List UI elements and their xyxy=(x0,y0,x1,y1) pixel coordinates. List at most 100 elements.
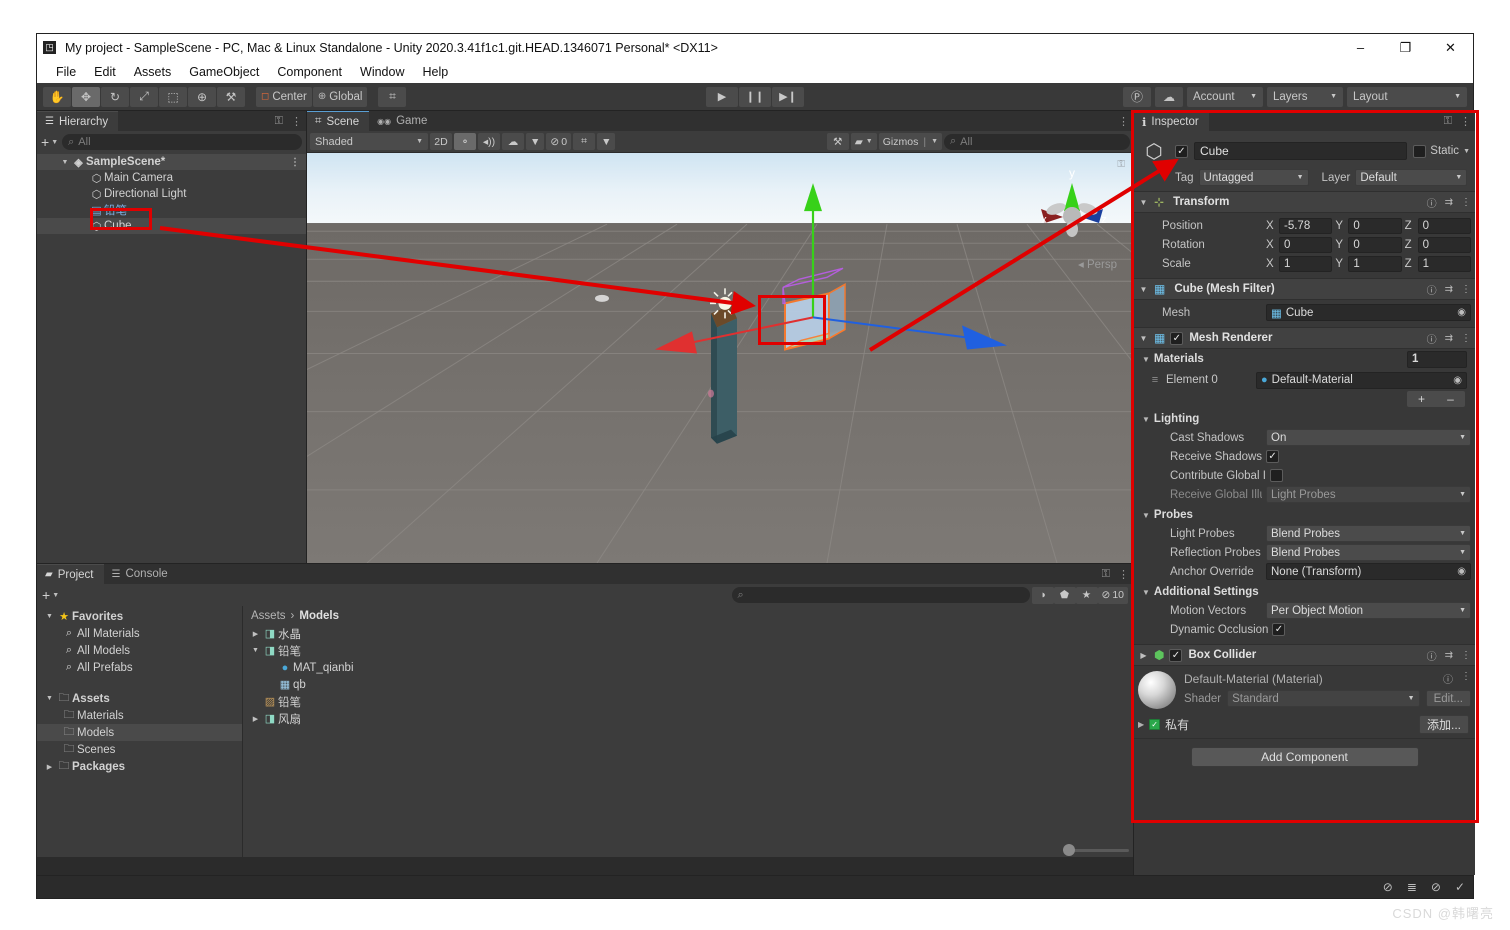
help-icon[interactable]: ⓘ xyxy=(1427,331,1437,346)
collab-icon[interactable]: Ⓟ xyxy=(1123,86,1151,107)
asset-row-fengshan[interactable]: ▶ ◨ 风扇 xyxy=(243,710,1133,727)
expander-icon[interactable]: ▼ xyxy=(1142,415,1150,424)
component-menu-icon[interactable]: ⋮ xyxy=(1461,650,1471,661)
gizmos-button[interactable]: Gizmos | ▼ xyxy=(878,133,942,150)
tab-project[interactable]: ▰ Project xyxy=(37,564,104,584)
project-tree-scenes[interactable]: 🗀 Scenes xyxy=(37,741,242,758)
tag-dropdown[interactable]: Untagged ▼ xyxy=(1198,169,1309,186)
filter-by-label-icon[interactable]: ⬟ xyxy=(1053,586,1076,604)
object-picker-icon[interactable]: ◉ xyxy=(1457,566,1466,577)
scene-lighting-icon[interactable]: ⚬ xyxy=(454,133,476,150)
project-tree-all-materials[interactable]: ⌕ All Materials xyxy=(37,625,242,642)
panel-menu-icon[interactable]: ⋮ xyxy=(1460,115,1471,128)
expander-icon[interactable]: ▼ xyxy=(43,613,56,620)
scene-grid-dropdown[interactable]: ▼ xyxy=(597,133,616,150)
toggle-2d-button[interactable]: 2D xyxy=(430,133,452,150)
chevron-down-icon[interactable]: ▼ xyxy=(1463,148,1470,155)
rotate-tool-icon[interactable]: ↻ xyxy=(101,86,129,107)
asset-row-qianbi-texture[interactable]: ▨ 铅笔 xyxy=(243,693,1133,710)
scene-search-input[interactable]: ⌕ All xyxy=(944,133,1130,150)
motion-vectors-dropdown[interactable]: Per Object Motion ▼ xyxy=(1266,602,1471,619)
probes-section-header[interactable]: ▼ Probes xyxy=(1138,506,1471,524)
expander-icon[interactable]: ▶ xyxy=(43,763,56,771)
help-icon[interactable]: ⓘ xyxy=(1427,282,1437,297)
static-checkbox[interactable]: ✓ xyxy=(1413,144,1427,158)
asset-row-mat-qianbi[interactable]: ● MAT_qianbi xyxy=(243,659,1133,676)
layout-dropdown[interactable]: Layout ▼ xyxy=(1347,86,1467,107)
breadcrumb-models[interactable]: Models xyxy=(299,610,339,622)
position-y-input[interactable]: 0 xyxy=(1348,217,1402,234)
shader-edit-button[interactable]: Edit... xyxy=(1425,690,1471,707)
expander-icon[interactable]: ▶ xyxy=(249,630,262,638)
drag-handle-icon[interactable]: ≡ xyxy=(1148,374,1162,386)
material-add-button[interactable]: 添加... xyxy=(1418,715,1469,734)
expander-icon[interactable]: ▶ xyxy=(249,715,262,723)
account-dropdown[interactable]: Account ▼ xyxy=(1187,86,1263,107)
scene-orientation-gizmo[interactable]: y x z xyxy=(1023,161,1121,257)
lock-icon[interactable]: ⚿ xyxy=(1444,115,1452,128)
position-x-input[interactable]: -5.78 xyxy=(1279,217,1333,234)
hierarchy-item-samplescene[interactable]: ▼ ◈ SampleScene* ⋮ xyxy=(37,154,306,170)
menu-help[interactable]: Help xyxy=(413,61,457,83)
project-tree-all-models[interactable]: ⌕ All Models xyxy=(37,642,242,659)
scene-grid-toggle-icon[interactable]: ⌗ xyxy=(573,133,596,150)
project-hidden-count[interactable]: ⊘ 10 xyxy=(1097,586,1128,604)
scale-y-input[interactable]: 1 xyxy=(1348,255,1402,272)
expander-icon[interactable]: ▼ xyxy=(1138,285,1149,294)
project-tree-favorites[interactable]: ▼ ★ Favorites xyxy=(37,608,242,625)
cloud-icon[interactable]: ☁ xyxy=(1155,86,1183,107)
additional-settings-header[interactable]: ▼ Additional Settings xyxy=(1138,583,1471,601)
cast-shadows-dropdown[interactable]: On ▼ xyxy=(1266,429,1471,446)
close-button[interactable]: ✕ xyxy=(1428,34,1473,61)
hierarchy-item-qianbi[interactable]: ▤ 铅笔 xyxy=(37,202,306,218)
mesh-object-field[interactable]: ▦ Cube ◉ xyxy=(1266,304,1471,321)
project-tree-models[interactable]: 🗀 Models xyxy=(37,724,242,741)
component-header-transform[interactable]: ▼ ⊹ Transform ⓘ ⇉ ⋮ xyxy=(1134,191,1475,213)
create-asset-button[interactable]: + ▼ xyxy=(42,587,59,603)
gameobject-icon[interactable]: ⬡ xyxy=(1139,137,1170,168)
scene-fx-dropdown[interactable]: ▼ xyxy=(526,133,545,150)
menu-component[interactable]: Component xyxy=(268,61,351,83)
receive-shadows-checkbox[interactable]: ✓ xyxy=(1266,450,1280,463)
menu-assets[interactable]: Assets xyxy=(125,61,181,83)
lighting-section-header[interactable]: ▼ Lighting xyxy=(1138,410,1471,428)
component-header-mesh-renderer[interactable]: ▼ ▦ ✓ Mesh Renderer ⓘ ⇉ ⋮ xyxy=(1134,327,1475,349)
dynamic-occlusion-checkbox[interactable]: ✓ xyxy=(1272,623,1286,636)
position-z-input[interactable]: 0 xyxy=(1417,217,1471,234)
help-icon[interactable]: ⓘ xyxy=(1427,195,1437,210)
perspective-label[interactable]: ◂ Persp xyxy=(1078,257,1117,271)
expander-icon[interactable]: ▼ xyxy=(1142,355,1150,364)
component-menu-icon[interactable]: ⋮ xyxy=(1461,333,1471,344)
custom-tool-icon[interactable]: ⚒ xyxy=(217,86,245,107)
rect-tool-icon[interactable]: ⬚ xyxy=(159,86,187,107)
scale-z-input[interactable]: 1 xyxy=(1417,255,1471,272)
anchor-override-field[interactable]: None (Transform) ◉ xyxy=(1266,563,1471,580)
check-circle-icon[interactable]: ✓ xyxy=(1455,880,1465,894)
expander-icon[interactable]: ▼ xyxy=(249,647,262,654)
scene-viewport[interactable]: y x z ◂ Persp ⚿ xyxy=(307,153,1133,563)
scene-camera-icon[interactable]: ▰ ▼ xyxy=(850,133,877,150)
scale-x-input[interactable]: 1 xyxy=(1279,255,1333,272)
mesh-renderer-enabled-checkbox[interactable]: ✓ xyxy=(1170,331,1184,345)
remove-material-button[interactable]: – xyxy=(1436,391,1465,407)
project-tree-packages[interactable]: ▶ 🗀 Packages xyxy=(37,758,242,775)
hierarchy-item-cube[interactable]: ⬡ Cube xyxy=(37,218,306,234)
expander-icon[interactable]: ▼ xyxy=(1138,334,1149,343)
add-material-button[interactable]: + xyxy=(1407,391,1436,407)
mute-audio-icon[interactable]: ⊘ xyxy=(1383,880,1393,894)
layers-dropdown[interactable]: Layers ▼ xyxy=(1267,86,1343,107)
reflection-probes-dropdown[interactable]: Blend Probes ▼ xyxy=(1266,544,1471,561)
scene-audio-icon[interactable]: ◂)) xyxy=(478,133,500,150)
materials-count-input[interactable]: 1 xyxy=(1407,350,1467,368)
object-picker-icon[interactable]: ◉ xyxy=(1453,375,1462,386)
scrollbar-thumb[interactable] xyxy=(1063,844,1075,856)
component-header-box-collider[interactable]: ▶ ⬢ ✓ Box Collider ⓘ ⇉ ⋮ xyxy=(1134,644,1475,666)
scene-menu-icon[interactable]: ⋮ xyxy=(290,157,300,168)
hierarchy-search-input[interactable]: ⌕ All xyxy=(62,134,302,150)
layers-icon[interactable]: ≣ xyxy=(1407,880,1417,894)
transform-tool-icon[interactable]: ⊕ xyxy=(188,86,216,107)
rotation-y-input[interactable]: 0 xyxy=(1348,236,1402,253)
move-tool-icon[interactable]: ✥ xyxy=(72,86,100,107)
add-gameobject-button[interactable]: + ▼ xyxy=(41,134,58,150)
tab-game[interactable]: ◉◉ Game xyxy=(369,111,438,131)
